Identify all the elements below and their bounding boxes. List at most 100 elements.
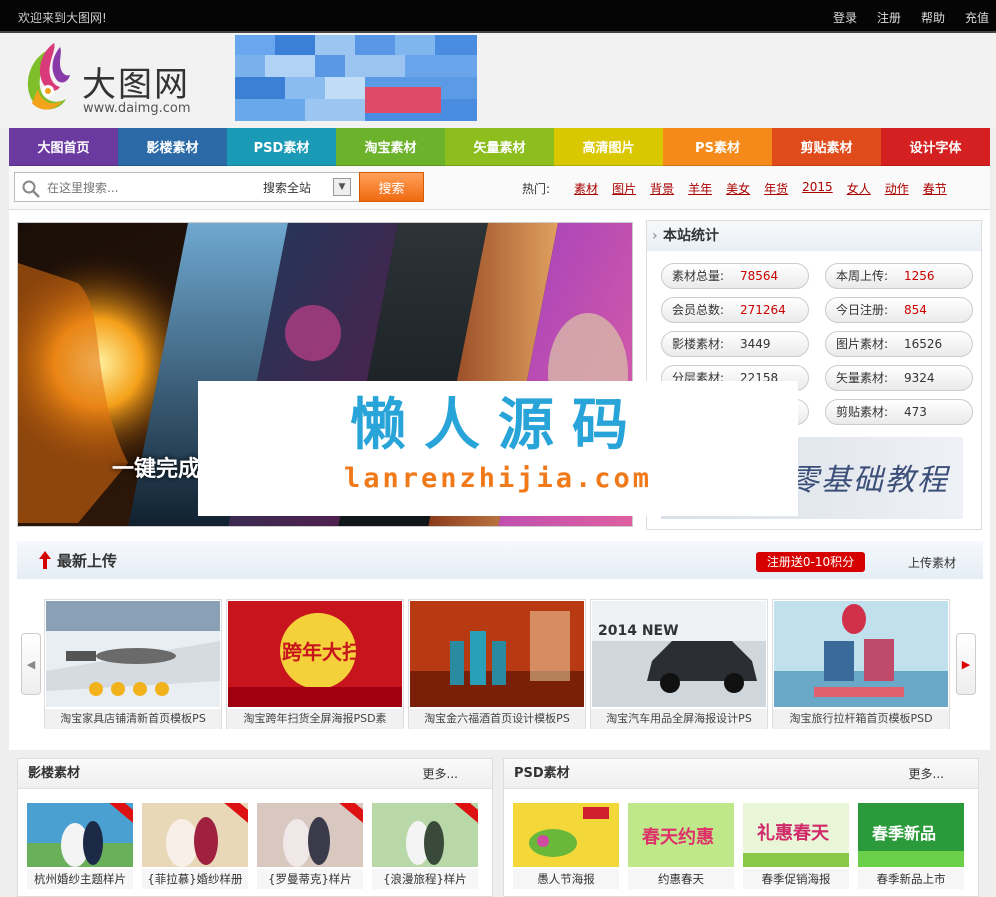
nav-item-ps[interactable]: PS素材 [663,128,772,166]
uploads-carousel: 淘宝家具店铺清新首页模板PS 跨年大扫货 淘宝跨年扫货全屏海报PSD素 淘宝金六… [44,599,954,729]
register-bonus-badge[interactable]: 注册送0-10积分 [756,552,865,572]
section-title: PSD素材 更多... [504,759,978,789]
stat-vector: 矢量素材: 9324 [825,365,973,391]
section-item[interactable]: {菲拉慕}婚纱样册 [142,803,248,891]
upload-item[interactable]: 淘宝旅行拉杆箱首页模板PSD [772,599,950,729]
upload-caption: 淘宝家具店铺清新首页模板PS [45,709,221,729]
stat-members: 会员总数: 271264 [661,297,809,323]
top-links: 登录 注册 帮助 充值 [813,9,989,26]
item-caption: 约惠春天 [628,869,734,889]
thumb-text: 春季新品 [871,824,936,843]
search-scope-select[interactable]: 搜索全站 [263,179,311,196]
more-link[interactable]: 更多... [423,759,458,789]
hot-link[interactable]: 背景 [650,180,674,197]
stats-title: 本站统计 [647,221,981,251]
section-item[interactable]: 愚人节海报 [513,803,619,891]
thumb-text: 2014 NEW [598,623,679,639]
hot-link[interactable]: 春节 [923,180,947,197]
hot-link[interactable]: 素材 [574,180,598,197]
section-item[interactable]: 礼惠春天 春季促销海报 [743,803,849,891]
section-item[interactable]: 杭州婚纱主题样片 [27,803,133,891]
watermark-overlay: 懒人源码 lanrenzhijia.com [198,381,798,516]
upload-caption: 淘宝跨年扫货全屏海报PSD素 [227,709,403,729]
site-logo[interactable]: 大图网 www.daimg.com [20,39,220,117]
recharge-link[interactable]: 充值 [965,9,989,26]
watermark-en: lanrenzhijia.com [343,463,653,494]
next-button[interactable]: ▶ [956,633,976,695]
hot-link[interactable]: 美女 [726,180,750,197]
nav-item-fonts[interactable]: 设计字体 [881,128,990,166]
header: 大图网 www.daimg.com [0,33,996,128]
nav-item-studio[interactable]: 影楼素材 [118,128,227,166]
upload-item[interactable]: 2014 NEW 淘宝汽车用品全屏海报设计PS [590,599,768,729]
register-link[interactable]: 注册 [877,9,901,26]
stat-clipart: 剪贴素材: 473 [825,399,973,425]
nav-item-clipart[interactable]: 剪贴素材 [772,128,881,166]
upload-item[interactable]: 淘宝家具店铺清新首页模板PS [44,599,222,729]
section-item[interactable]: 春天约惠 约惠春天 [628,803,734,891]
logo-url: www.daimg.com [83,101,191,116]
chevron-down-icon[interactable]: ▼ [333,178,351,196]
nav-item-hd-photo[interactable]: 高清图片 [554,128,663,166]
nav-item-vector[interactable]: 矢量素材 [445,128,554,166]
item-caption: {菲拉慕}婚纱样册 [142,869,248,889]
welcome-text: 欢迎来到大图网! [18,11,107,25]
item-caption: {浪漫旅程}样片 [372,869,478,889]
search-icon [22,180,40,198]
item-caption: 愚人节海报 [513,869,619,889]
search-bar: 搜索全站 ▼ 搜索 热门: 素材 图片 背景 羊年 美女 年货 2015 女人 … [9,166,990,210]
hot-link[interactable]: 图片 [612,180,636,197]
more-link[interactable]: 更多... [909,759,944,789]
upload-thumbnail: 跨年大扫货 [228,601,402,707]
stat-today-register: 今日注册: 854 [825,297,973,323]
hot-label: 热门: [522,182,551,196]
upload-caption: 淘宝汽车用品全屏海报设计PS [591,709,767,729]
psd-section: PSD素材 更多... 愚人节海报 春天约惠 约惠春天 礼惠春天 春季促销海报 … [503,758,979,897]
search-box: 搜索全站 ▼ [14,172,361,202]
search-button[interactable]: 搜索 [359,172,424,202]
item-caption: {罗曼蒂克}样片 [257,869,363,889]
upload-caption: 淘宝旅行拉杆箱首页模板PSD [773,709,949,729]
thumb-text: 跨年大扫货 [282,640,382,664]
item-thumbnail [513,803,619,867]
upload-link[interactable]: 上传素材 [908,554,956,571]
hot-link[interactable]: 羊年 [688,180,712,197]
section-title-text: 影楼素材 [28,766,81,781]
studio-section: 影楼素材 更多... 杭州婚纱主题样片 {菲拉慕}婚纱样册 {罗曼蒂克}样片 {… [17,758,493,897]
item-thumbnail [27,803,133,867]
search-input[interactable] [47,178,257,198]
upload-item[interactable]: 淘宝金六福酒首页设计模板PS [408,599,586,729]
nav-item-taobao[interactable]: 淘宝素材 [336,128,445,166]
hot-keywords: 热门: 素材 图片 背景 羊年 美女 年货 2015 女人 动作 春节 [522,180,947,197]
help-link[interactable]: 帮助 [921,9,945,26]
stat-week-upload: 本周上传: 1256 [825,263,973,289]
nav-item-home[interactable]: 大图首页 [9,128,118,166]
hot-link[interactable]: 年货 [764,180,788,197]
item-caption: 春季新品上市 [858,869,964,889]
stat-studio: 影楼素材: 3449 [661,331,809,357]
main-nav: 大图首页 影楼素材 PSD素材 淘宝素材 矢量素材 高清图片 PS素材 剪贴素材… [9,128,990,166]
item-thumbnail: 春天约惠 [628,803,734,867]
item-caption: 杭州婚纱主题样片 [27,869,133,889]
upload-thumbnail [410,601,584,707]
up-arrow-icon [39,551,51,569]
header-ad-banner[interactable] [235,35,477,121]
section-item[interactable]: {罗曼蒂克}样片 [257,803,363,891]
prev-button[interactable]: ◀ [21,633,41,695]
section-item[interactable]: 春季新品 春季新品上市 [858,803,964,891]
section-title-text: PSD素材 [514,766,570,781]
nav-item-psd[interactable]: PSD素材 [227,128,336,166]
stat-photo: 图片素材: 16526 [825,331,973,357]
hot-link[interactable]: 动作 [885,180,909,197]
chevron-right-icon: ▶ [961,657,971,671]
watermark-cn: 懒人源码 [350,393,646,458]
uploads-header: 最新上传 注册送0-10积分 上传素材 [17,541,983,579]
section-item[interactable]: {浪漫旅程}样片 [372,803,478,891]
hot-link[interactable]: 女人 [847,180,871,197]
upload-thumbnail [46,601,220,707]
item-thumbnail: 春季新品 [858,803,964,867]
logo-flame-icon [27,43,70,110]
login-link[interactable]: 登录 [833,9,857,26]
upload-item[interactable]: 跨年大扫货 淘宝跨年扫货全屏海报PSD素 [226,599,404,729]
hot-link[interactable]: 2015 [802,180,833,197]
